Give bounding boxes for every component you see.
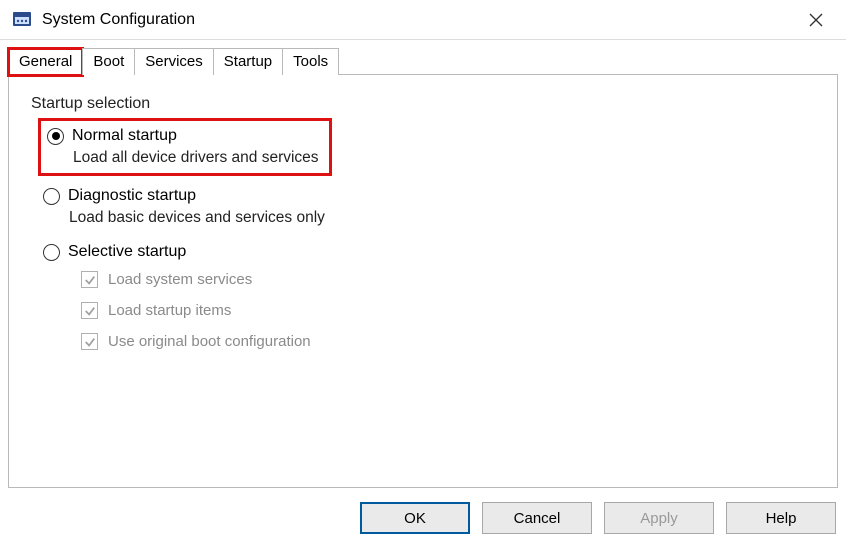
button-row: OK Cancel Apply Help bbox=[0, 488, 846, 534]
radio-diagnostic-startup-desc: Load basic devices and services only bbox=[69, 209, 815, 227]
radio-normal-startup[interactable] bbox=[47, 128, 64, 145]
tab-page-general: Startup selection Normal startup Load al… bbox=[8, 75, 838, 488]
tab-boot-label: Boot bbox=[93, 53, 124, 70]
checkbox-row-startup-items: Load startup items bbox=[81, 302, 815, 319]
radio-selective-startup[interactable] bbox=[43, 244, 60, 261]
checkbox-system-services-label: Load system services bbox=[108, 271, 252, 288]
window-title: System Configuration bbox=[42, 11, 195, 29]
checkbox-startup-items-label: Load startup items bbox=[108, 302, 231, 319]
checkbox-system-services[interactable] bbox=[81, 271, 98, 288]
tab-strip: General Boot Services Startup Tools bbox=[0, 40, 846, 75]
tab-startup-label: Startup bbox=[224, 53, 272, 70]
tab-tools[interactable]: Tools bbox=[282, 48, 339, 75]
group-title: Startup selection bbox=[31, 95, 815, 113]
tab-tools-label: Tools bbox=[293, 53, 328, 70]
checkbox-original-boot-label: Use original boot configuration bbox=[108, 333, 311, 350]
apply-button[interactable]: Apply bbox=[604, 502, 714, 534]
close-button[interactable] bbox=[794, 0, 838, 40]
checkbox-row-system-services: Load system services bbox=[81, 271, 815, 288]
radio-normal-startup-label: Normal startup bbox=[72, 127, 177, 145]
close-icon bbox=[809, 13, 823, 27]
tab-services[interactable]: Services bbox=[134, 48, 214, 75]
option-normal-startup: Normal startup Load all device drivers a… bbox=[47, 127, 319, 167]
check-icon bbox=[84, 305, 96, 317]
ok-button-label: OK bbox=[404, 510, 426, 527]
titlebar: System Configuration bbox=[0, 0, 846, 40]
help-button-label: Help bbox=[766, 510, 797, 527]
check-icon bbox=[84, 274, 96, 286]
cancel-button-label: Cancel bbox=[514, 510, 561, 527]
radio-selective-startup-label: Selective startup bbox=[68, 243, 186, 261]
highlight-normal-startup: Normal startup Load all device drivers a… bbox=[43, 123, 327, 171]
option-diagnostic-startup: Diagnostic startup Load basic devices an… bbox=[43, 187, 815, 227]
tab-general-label: General bbox=[19, 53, 72, 70]
apply-button-label: Apply bbox=[640, 510, 678, 527]
option-selective-startup: Selective startup Load system services L… bbox=[43, 243, 815, 350]
check-icon bbox=[84, 336, 96, 348]
radio-diagnostic-startup[interactable] bbox=[43, 188, 60, 205]
checkbox-row-original-boot: Use original boot configuration bbox=[81, 333, 815, 350]
checkbox-startup-items[interactable] bbox=[81, 302, 98, 319]
help-button[interactable]: Help bbox=[726, 502, 836, 534]
ok-button[interactable]: OK bbox=[360, 502, 470, 534]
radio-normal-startup-desc: Load all device drivers and services bbox=[73, 149, 319, 167]
tab-general[interactable]: General bbox=[8, 48, 83, 76]
tab-startup[interactable]: Startup bbox=[213, 48, 283, 75]
radio-diagnostic-startup-label: Diagnostic startup bbox=[68, 187, 196, 205]
tab-boot[interactable]: Boot bbox=[82, 48, 135, 75]
tab-services-label: Services bbox=[145, 53, 203, 70]
checkbox-original-boot[interactable] bbox=[81, 333, 98, 350]
app-icon bbox=[12, 10, 32, 30]
cancel-button[interactable]: Cancel bbox=[482, 502, 592, 534]
